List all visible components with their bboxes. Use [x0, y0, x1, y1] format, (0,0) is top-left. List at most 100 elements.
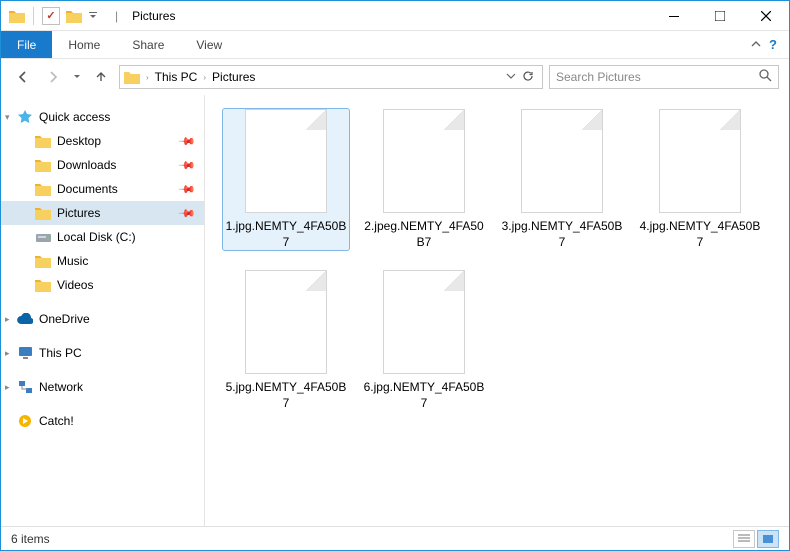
- pin-icon: 📌: [178, 132, 197, 151]
- sidebar-item-label: Quick access: [39, 110, 200, 124]
- file-item[interactable]: 4.jpg.NEMTY_4FA50B7: [637, 109, 763, 250]
- explorer-window: ✓ | Pictures File Home Share View ?: [0, 0, 790, 551]
- breadcrumb-this-pc[interactable]: This PC: [155, 70, 198, 84]
- separator: [33, 7, 34, 25]
- sidebar-item-label: Network: [39, 380, 200, 394]
- file-icon: [245, 109, 327, 213]
- sidebar-item-label: Pictures: [57, 206, 180, 220]
- navigation-pane: ▾ Quick access Desktop📌Downloads📌Documen…: [1, 95, 205, 526]
- folder-icon: [35, 205, 51, 221]
- recent-dropdown-icon[interactable]: [71, 65, 83, 89]
- sidebar-network[interactable]: ▸ Network: [1, 375, 204, 399]
- sidebar-item[interactable]: Pictures📌: [1, 201, 204, 225]
- chevron-down-icon[interactable]: ▾: [5, 112, 15, 123]
- chevron-right-icon[interactable]: ▸: [5, 314, 15, 325]
- sidebar-item-label: Documents: [57, 182, 180, 196]
- sidebar-item[interactable]: Videos: [1, 273, 204, 297]
- file-name: 2.jpeg.NEMTY_4FA50B7: [361, 219, 487, 250]
- file-name: 3.jpg.NEMTY_4FA50B7: [499, 219, 625, 250]
- file-list[interactable]: 1.jpg.NEMTY_4FA50B7 2.jpeg.NEMTY_4FA50B7 3…: [205, 95, 789, 526]
- minimize-button[interactable]: [651, 1, 697, 30]
- sidebar-item[interactable]: Documents📌: [1, 177, 204, 201]
- network-icon: [17, 379, 33, 395]
- chevron-right-icon[interactable]: ›: [201, 73, 208, 82]
- file-name: 4.jpg.NEMTY_4FA50B7: [637, 219, 763, 250]
- file-icon: [245, 270, 327, 374]
- tab-file[interactable]: File: [1, 31, 52, 58]
- status-count: 6 items: [11, 532, 50, 546]
- sidebar-this-pc[interactable]: ▸ This PC: [1, 341, 204, 365]
- sidebar-item-label: This PC: [39, 346, 200, 360]
- search-input[interactable]: Search Pictures: [549, 65, 779, 89]
- sidebar-item-label: Catch!: [39, 414, 200, 428]
- file-item[interactable]: 2.jpeg.NEMTY_4FA50B7: [361, 109, 487, 250]
- breadcrumb-pictures[interactable]: Pictures: [212, 70, 255, 84]
- file-item[interactable]: 5.jpg.NEMTY_4FA50B7: [223, 270, 349, 411]
- folder-icon: [35, 181, 51, 197]
- up-button[interactable]: [89, 65, 113, 89]
- pin-icon: 📌: [178, 204, 197, 223]
- folder-icon: [35, 229, 51, 245]
- help-icon[interactable]: ?: [769, 37, 777, 52]
- cloud-icon: [17, 311, 33, 327]
- sidebar-item-label: OneDrive: [39, 312, 200, 326]
- window-title: Pictures: [132, 9, 175, 23]
- sidebar-onedrive[interactable]: ▸ OneDrive: [1, 307, 204, 331]
- file-item[interactable]: 6.jpg.NEMTY_4FA50B7: [361, 270, 487, 411]
- file-name: 1.jpg.NEMTY_4FA50B7: [223, 219, 349, 250]
- chevron-right-icon[interactable]: ▸: [5, 382, 15, 393]
- folder-icon: [35, 133, 51, 149]
- qat-properties-button[interactable]: ✓: [42, 7, 60, 25]
- folder-icon: [124, 69, 140, 85]
- titlebar: ✓ | Pictures: [1, 1, 789, 31]
- details-view-button[interactable]: [733, 530, 755, 548]
- file-icon: [521, 109, 603, 213]
- main-area: ▾ Quick access Desktop📌Downloads📌Documen…: [1, 95, 789, 526]
- back-button[interactable]: [11, 65, 35, 89]
- title-separator: |: [115, 9, 118, 23]
- file-name: 6.jpg.NEMTY_4FA50B7: [361, 380, 487, 411]
- qat-dropdown-icon[interactable]: [88, 8, 98, 24]
- folder-icon: [35, 157, 51, 173]
- pin-icon: 📌: [178, 180, 197, 199]
- sidebar-quick-access[interactable]: ▾ Quick access: [1, 105, 204, 129]
- sidebar-catch[interactable]: Catch!: [1, 409, 204, 433]
- sidebar-item-label: Downloads: [57, 158, 180, 172]
- file-item[interactable]: 1.jpg.NEMTY_4FA50B7: [223, 109, 349, 250]
- icons-view-button[interactable]: [757, 530, 779, 548]
- file-icon: [383, 109, 465, 213]
- folder-icon[interactable]: [66, 8, 82, 24]
- folder-icon: [35, 253, 51, 269]
- address-bar[interactable]: › This PC › Pictures: [119, 65, 543, 89]
- file-icon: [383, 270, 465, 374]
- tab-view[interactable]: View: [180, 31, 238, 58]
- sidebar-item-label: Desktop: [57, 134, 180, 148]
- star-icon: [17, 109, 33, 125]
- maximize-button[interactable]: [697, 1, 743, 30]
- file-name: 5.jpg.NEMTY_4FA50B7: [223, 380, 349, 411]
- separator: [106, 7, 107, 25]
- chevron-right-icon[interactable]: ▸: [5, 348, 15, 359]
- forward-button[interactable]: [41, 65, 65, 89]
- chevron-right-icon[interactable]: ›: [144, 73, 151, 82]
- sidebar-item[interactable]: Downloads📌: [1, 153, 204, 177]
- address-dropdown-icon[interactable]: [506, 70, 516, 85]
- ribbon-expand-icon[interactable]: [751, 38, 761, 52]
- file-icon: [659, 109, 741, 213]
- navigation-bar: › This PC › Pictures Search Pictures: [1, 59, 789, 95]
- file-item[interactable]: 3.jpg.NEMTY_4FA50B7: [499, 109, 625, 250]
- refresh-icon[interactable]: [522, 70, 534, 85]
- close-button[interactable]: [743, 1, 789, 30]
- search-placeholder: Search Pictures: [556, 70, 641, 84]
- tab-home[interactable]: Home: [52, 31, 116, 58]
- sidebar-item[interactable]: Local Disk (C:): [1, 225, 204, 249]
- tab-share[interactable]: Share: [116, 31, 180, 58]
- ribbon-tabs: File Home Share View ?: [1, 31, 789, 59]
- search-icon[interactable]: [759, 69, 772, 85]
- catch-icon: [17, 413, 33, 429]
- sidebar-item-label: Videos: [57, 278, 200, 292]
- sidebar-item[interactable]: Desktop📌: [1, 129, 204, 153]
- sidebar-item[interactable]: Music: [1, 249, 204, 273]
- folder-icon: [35, 277, 51, 293]
- status-bar: 6 items: [1, 526, 789, 550]
